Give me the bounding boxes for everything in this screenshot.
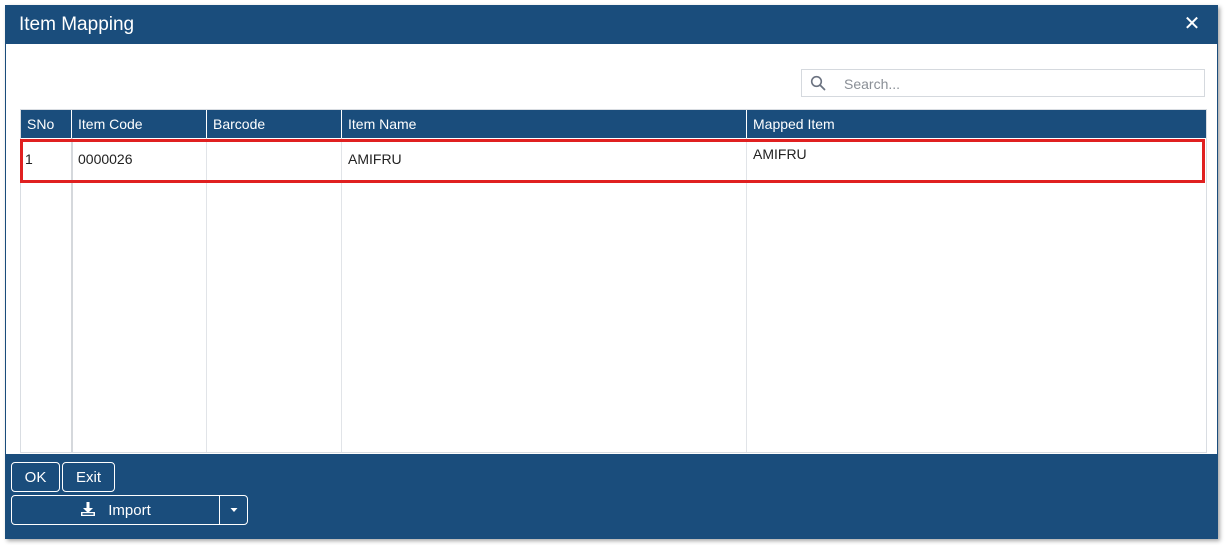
- column-divider: [746, 138, 747, 452]
- cell-sno: 1: [25, 151, 33, 167]
- column-header-sno[interactable]: SNo: [21, 110, 72, 138]
- table-header: SNo Item Code Barcode Item Name Mapped I…: [21, 110, 1206, 138]
- search-input[interactable]: [842, 72, 1196, 96]
- search-box: [801, 69, 1205, 97]
- import-button[interactable]: Import: [11, 495, 220, 525]
- column-header-barcode[interactable]: Barcode: [207, 110, 342, 138]
- ok-button[interactable]: OK: [11, 462, 60, 492]
- exit-button[interactable]: Exit: [62, 462, 115, 492]
- import-button-label: Import: [108, 502, 151, 519]
- column-divider: [341, 138, 342, 452]
- import-dropdown-button[interactable]: [219, 495, 248, 525]
- column-divider: [206, 138, 207, 452]
- search-icon: [810, 75, 826, 91]
- cell-mapped-item[interactable]: AMIFRU: [747, 138, 1206, 180]
- cell-item-code: 0000026: [78, 151, 133, 167]
- close-button[interactable]: ✕: [1181, 13, 1203, 35]
- column-header-item-name[interactable]: Item Name: [342, 110, 747, 138]
- column-header-item-code[interactable]: Item Code: [72, 110, 207, 138]
- item-mapping-dialog: Item Mapping ✕ SNo Item Code Barcode Ite…: [5, 5, 1218, 539]
- cell-item-name: AMIFRU: [348, 151, 402, 167]
- dialog-footer: OK Exit Import: [6, 454, 1217, 538]
- dialog-title: Item Mapping: [19, 14, 135, 35]
- column-header-mapped-item[interactable]: Mapped Item: [747, 110, 1206, 138]
- download-icon: [81, 502, 96, 517]
- table-row[interactable]: 1 0000026 AMIFRU AMIFRU: [21, 138, 1206, 180]
- dialog-titlebar: Item Mapping ✕: [6, 6, 1217, 44]
- caret-down-icon: [230, 508, 237, 512]
- column-divider: [71, 138, 73, 452]
- item-mapping-table: SNo Item Code Barcode Item Name Mapped I…: [20, 109, 1207, 453]
- cell-barcode: [207, 138, 342, 180]
